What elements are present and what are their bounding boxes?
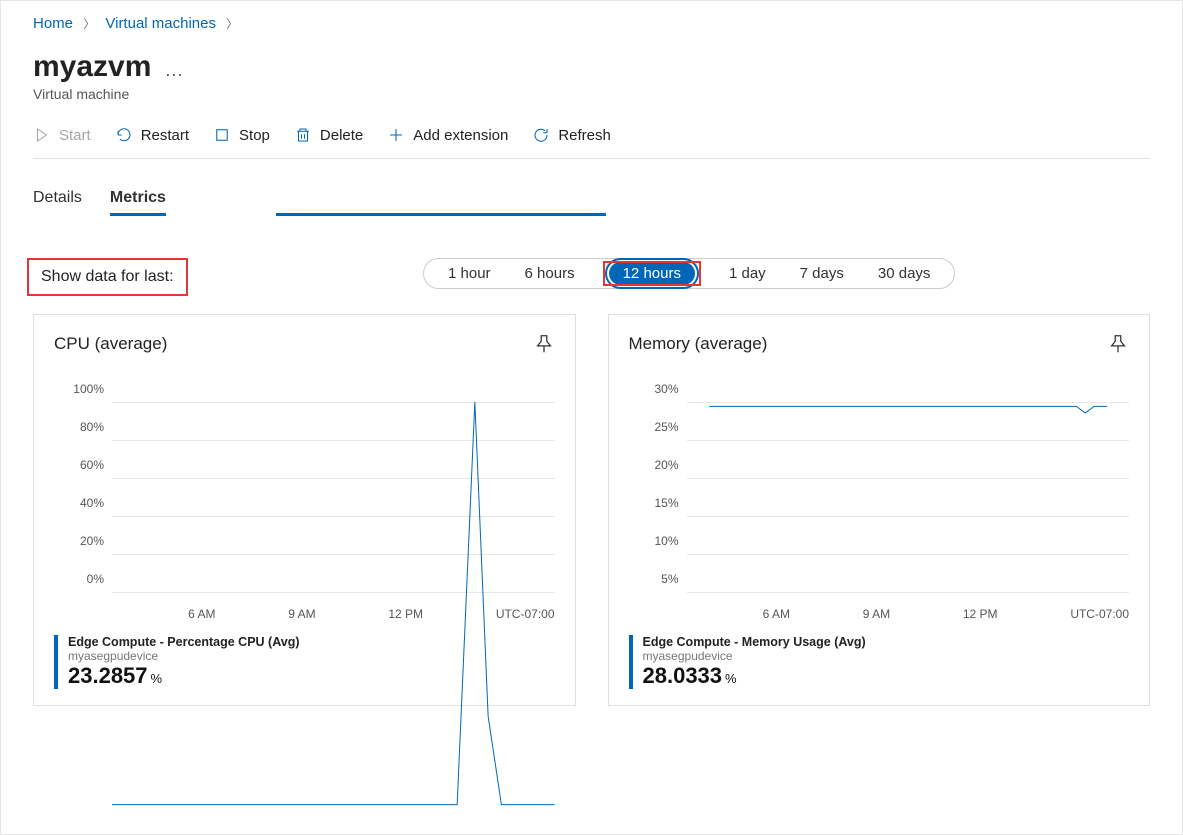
restart-label: Restart	[141, 127, 189, 144]
y-tick: 40%	[64, 496, 104, 510]
delete-button[interactable]: Delete	[294, 126, 363, 144]
refresh-button[interactable]: Refresh	[532, 126, 611, 144]
breadcrumb-home[interactable]: Home	[33, 15, 73, 32]
pin-icon[interactable]	[1107, 333, 1129, 355]
x-tick: 9 AM	[288, 607, 315, 621]
refresh-icon	[532, 126, 550, 144]
pin-icon[interactable]	[533, 333, 555, 355]
time-pill-highlight: 12 hours	[605, 263, 699, 284]
breadcrumb-sep: 〉	[220, 17, 244, 31]
memory-chart-title: Memory (average)	[629, 334, 768, 354]
plus-icon	[387, 126, 405, 144]
y-tick: 20%	[639, 458, 679, 472]
cpu-line	[112, 371, 555, 814]
y-tick: 10%	[639, 534, 679, 548]
play-icon	[33, 126, 51, 144]
x-tick: 6 AM	[188, 607, 215, 621]
x-tz: UTC-07:00	[1070, 607, 1129, 621]
x-tick: 12 PM	[388, 607, 423, 621]
y-tick: 20%	[64, 534, 104, 548]
tab-details[interactable]: Details	[33, 183, 82, 216]
breadcrumb-sep: 〉	[77, 17, 101, 31]
restart-icon	[115, 126, 133, 144]
y-tick: 0%	[64, 572, 104, 586]
time-pill-12-hours[interactable]: 12 hours	[609, 262, 695, 285]
y-tick: 30%	[639, 382, 679, 396]
x-tick: 6 AM	[763, 607, 790, 621]
add-extension-label: Add extension	[413, 127, 508, 144]
delete-label: Delete	[320, 127, 363, 144]
tab-metrics[interactable]: Metrics	[110, 183, 166, 216]
cpu-chart-card: CPU (average) 0% 20% 40% 60% 80% 100% . …	[33, 314, 576, 706]
time-pill-7-days[interactable]: 7 days	[796, 263, 848, 284]
more-actions-button[interactable]: ...	[165, 60, 183, 81]
memory-line	[687, 371, 1130, 814]
restart-button[interactable]: Restart	[115, 126, 189, 144]
cpu-chart-title: CPU (average)	[54, 334, 167, 354]
y-tick: 25%	[639, 420, 679, 434]
command-bar: Start Restart Stop Delete Add extension …	[33, 126, 1150, 159]
time-range-selector: 1 hour 6 hours 12 hours 1 day 7 days 30 …	[423, 258, 955, 289]
trash-icon	[294, 126, 312, 144]
start-button: Start	[33, 126, 91, 144]
time-range-label: Show data for last:	[33, 264, 182, 290]
x-tz: UTC-07:00	[496, 607, 555, 621]
tab-bar: Details Metrics	[33, 183, 166, 216]
loading-bar	[276, 213, 606, 216]
y-tick: 80%	[64, 420, 104, 434]
y-tick: 60%	[64, 458, 104, 472]
x-tick: 12 PM	[963, 607, 998, 621]
breadcrumb: Home 〉 Virtual machines 〉	[33, 15, 1150, 32]
cpu-plot[interactable]: 0% 20% 40% 60% 80% 100% . 6 AM 9 AM 12 P…	[64, 371, 555, 621]
page-title: myazvm	[33, 50, 151, 84]
stop-label: Stop	[239, 127, 270, 144]
y-tick: 5%	[639, 572, 679, 586]
y-tick: 15%	[639, 496, 679, 510]
page-subtitle: Virtual machine	[33, 86, 1150, 102]
y-tick: 100%	[64, 382, 104, 396]
time-pill-1-day[interactable]: 1 day	[725, 263, 770, 284]
time-pill-30-days[interactable]: 30 days	[874, 263, 935, 284]
memory-plot[interactable]: 5% 10% 15% 20% 25% 30% . 6 AM 9 AM 12 PM…	[639, 371, 1130, 621]
start-label: Start	[59, 127, 91, 144]
time-pill-6-hours[interactable]: 6 hours	[521, 263, 579, 284]
stop-button[interactable]: Stop	[213, 126, 270, 144]
stop-icon	[213, 126, 231, 144]
memory-chart-card: Memory (average) 5% 10% 15% 20% 25% 30% …	[608, 314, 1151, 706]
refresh-label: Refresh	[558, 127, 611, 144]
time-pill-1-hour[interactable]: 1 hour	[444, 263, 495, 284]
x-tick: 9 AM	[863, 607, 890, 621]
breadcrumb-virtual-machines[interactable]: Virtual machines	[105, 15, 216, 32]
add-extension-button[interactable]: Add extension	[387, 126, 508, 144]
